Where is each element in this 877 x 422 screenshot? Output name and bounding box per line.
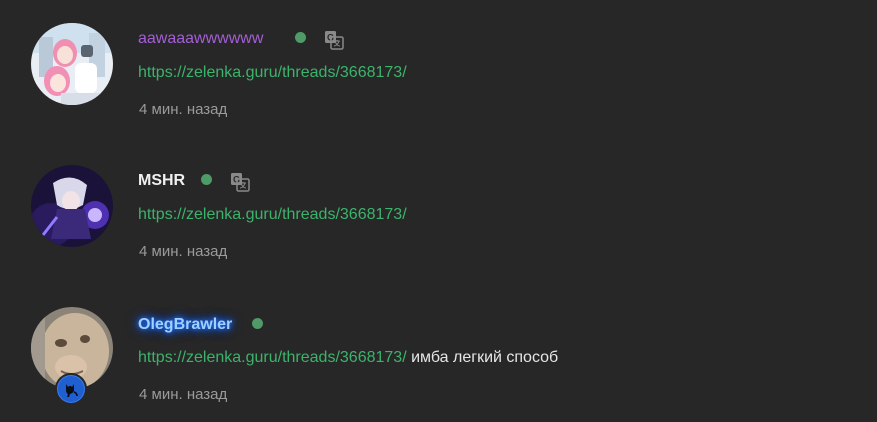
comment-message: https://zelenka.guru/threads/3668173/: [138, 206, 407, 224]
thread-link[interactable]: https://zelenka.guru/threads/3668173/: [138, 349, 407, 366]
comment-text: имба легкий способ: [411, 349, 559, 366]
translate-icon[interactable]: G: [324, 30, 344, 50]
comment-item: aawaaawwwwww G https://zelenka.guru/thre…: [0, 0, 877, 142]
comment-item: OlegBrawler https://zelenka.guru/threads…: [0, 284, 877, 422]
avatar-wrap: [31, 23, 113, 105]
thread-link[interactable]: https://zelenka.guru/threads/3668173/: [138, 206, 407, 223]
timestamp[interactable]: 4 мин. назад: [139, 243, 227, 260]
comment-message: https://zelenka.guru/threads/3668173/: [138, 64, 407, 82]
username[interactable]: OlegBrawler: [138, 316, 232, 334]
user-badge: [55, 373, 87, 405]
thread-link[interactable]: https://zelenka.guru/threads/3668173/: [138, 64, 407, 81]
avatar-image: [31, 165, 113, 247]
avatar-wrap: [31, 165, 113, 247]
username[interactable]: MSHR: [138, 172, 185, 190]
translate-icon[interactable]: G: [230, 172, 250, 192]
comment-message: https://zelenka.guru/threads/3668173/ им…: [138, 349, 558, 367]
online-status-dot: [252, 318, 263, 329]
timestamp[interactable]: 4 мин. назад: [139, 101, 227, 118]
avatar[interactable]: [31, 23, 113, 105]
timestamp[interactable]: 4 мин. назад: [139, 386, 227, 403]
online-status-dot: [201, 174, 212, 185]
online-status-dot: [295, 32, 306, 43]
comment-item: MSHR G https://zelenka.guru/threads/3668…: [0, 142, 877, 284]
avatar[interactable]: [31, 165, 113, 247]
username[interactable]: aawaaawwwwww: [138, 30, 263, 48]
avatar-wrap: [31, 307, 113, 405]
avatar-image: [31, 23, 113, 105]
cat-icon: [66, 384, 78, 397]
